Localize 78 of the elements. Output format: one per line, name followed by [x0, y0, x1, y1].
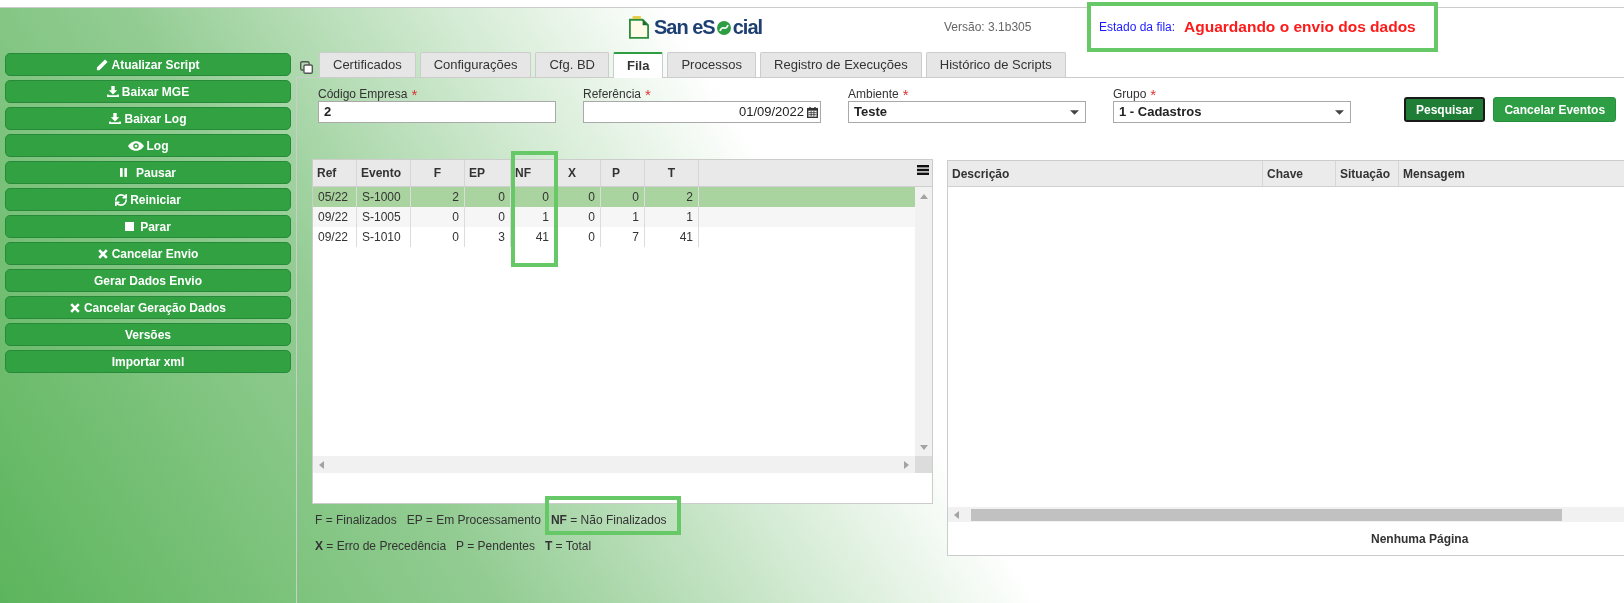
tab[interactable]: Cfg. BD	[535, 52, 609, 77]
scrollbar-corner	[915, 456, 932, 473]
legend-text: P = Pendentes	[456, 539, 535, 553]
arrow-left-icon[interactable]	[954, 510, 959, 519]
scrollbar-track[interactable]	[948, 507, 1624, 522]
legend-text: X = Erro de Precedência	[315, 539, 447, 553]
table-row[interactable]: 09/22 S-1005 0 0 1 0 1 1	[313, 207, 915, 227]
caret-icon	[1335, 109, 1344, 115]
field-label: Código Empresa	[318, 86, 408, 101]
copy-icon[interactable]	[300, 61, 313, 74]
column-header: Evento	[361, 165, 401, 182]
tab[interactable]: Fila	[613, 52, 664, 78]
status-text: Aguardando o envio dos dados	[1184, 18, 1416, 36]
cross-icon	[97, 248, 108, 259]
column-header: Mensagem	[1402, 165, 1467, 183]
calendar-icon	[807, 106, 818, 118]
arrow-left-icon[interactable]	[319, 460, 324, 469]
tab[interactable]: Processos	[667, 52, 757, 77]
table-cell: 0	[555, 227, 601, 247]
legend-text: T = Total	[544, 539, 592, 553]
square-icon	[125, 222, 135, 231]
logo-icon	[629, 16, 649, 39]
logo-text: San eS	[654, 16, 715, 39]
column-header: Descrição	[948, 161, 1263, 186]
tab[interactable]: Histórico de Scripts	[925, 52, 1066, 77]
required-mark: *	[1150, 85, 1157, 102]
tab[interactable]: Configurações	[419, 52, 532, 77]
caret-icon	[1070, 109, 1079, 115]
select-field[interactable]: Teste	[848, 101, 1086, 123]
arrow-down-icon[interactable]	[919, 445, 928, 450]
logo-text: cial	[732, 16, 763, 39]
download-icon	[109, 113, 122, 124]
column-header: P	[612, 165, 620, 182]
column-header: EP	[469, 165, 485, 182]
table-cell: 0	[411, 227, 465, 247]
column-header: F	[433, 165, 442, 182]
table-cell: 3	[465, 227, 511, 247]
table-cell: S-1010	[357, 227, 411, 247]
text-field[interactable]: 2	[318, 101, 556, 123]
pencil-icon	[96, 58, 109, 71]
swirl-icon	[716, 21, 731, 35]
download-icon	[106, 86, 119, 97]
refresh-icon	[115, 193, 128, 206]
menu-icon[interactable]	[917, 165, 929, 175]
required-mark: *	[411, 85, 418, 102]
arrow-right-icon[interactable]	[904, 460, 909, 469]
column-header: X	[568, 165, 576, 182]
field-label: Grupo	[1113, 86, 1147, 101]
legend-text: F = Finalizados	[315, 513, 397, 527]
field-label: Referência	[583, 86, 642, 101]
tab[interactable]: Certificados	[319, 52, 416, 77]
select-field[interactable]: 1 - Cadastros	[1113, 101, 1351, 123]
table-cell: 41	[511, 227, 555, 247]
column-header: Situação	[1336, 161, 1399, 186]
legend-text: NF = Não Finalizados	[550, 513, 667, 527]
table-cell: 7	[601, 227, 645, 247]
date-field[interactable]: 01/09/2022	[583, 101, 821, 123]
cross-icon	[69, 302, 80, 313]
status-label: Estado da fila:	[1099, 20, 1176, 34]
eye-icon	[127, 140, 144, 151]
tab[interactable]: Registro de Execuções	[760, 52, 922, 77]
scrollbar-thumb[interactable]	[971, 508, 1562, 521]
action-button[interactable]: Pesquisar	[1404, 97, 1486, 122]
column-header: Ref	[317, 165, 337, 182]
table-row[interactable]: 05/22 S-1000 2 0 0 0 0 2	[313, 187, 915, 207]
pause-icon	[120, 168, 127, 177]
legend-text: EP = Em Processamento	[406, 513, 541, 527]
column-header: Chave	[1263, 161, 1336, 186]
pagination-text: Nenhuma Página	[1371, 530, 1469, 548]
table-cell: 41	[645, 227, 699, 247]
required-mark: *	[645, 85, 651, 102]
version-text: Versão: 3.1b305	[944, 20, 1032, 34]
required-mark: *	[902, 85, 909, 102]
table-cell: 09/22	[313, 227, 357, 247]
field-label: Ambiente	[848, 86, 899, 101]
column-header: NF	[515, 165, 531, 182]
column-header: T	[667, 165, 676, 182]
arrow-up-icon[interactable]	[919, 194, 928, 199]
